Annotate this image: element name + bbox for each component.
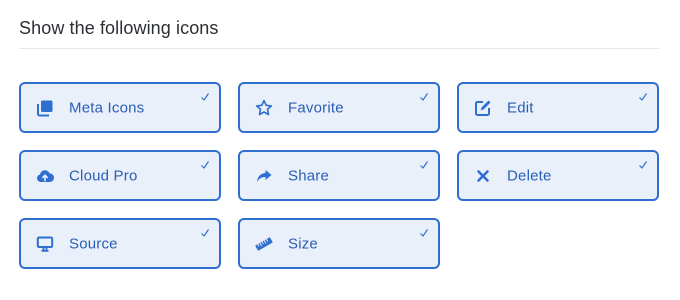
checkmark-icon: [419, 92, 429, 102]
option-edit[interactable]: Edit: [457, 82, 659, 133]
option-cloud-pro[interactable]: Cloud Pro: [19, 150, 221, 201]
option-label: Favorite: [288, 99, 344, 116]
star-icon: [254, 98, 274, 118]
checkmark-icon: [638, 92, 648, 102]
checkmark-icon: [200, 92, 210, 102]
option-label: Cloud Pro: [69, 167, 138, 184]
option-label: Edit: [507, 99, 534, 116]
option-share[interactable]: Share: [238, 150, 440, 201]
icon-options-grid: Meta Icons Favorite Edit Cloud Pro Share…: [19, 82, 659, 269]
option-source[interactable]: Source: [19, 218, 221, 269]
checkmark-icon: [419, 160, 429, 170]
option-meta-icons[interactable]: Meta Icons: [19, 82, 221, 133]
option-size[interactable]: Size: [238, 218, 440, 269]
checkmark-icon: [419, 228, 429, 238]
divider: [19, 48, 659, 49]
stacked-windows-icon: [35, 98, 55, 118]
option-delete[interactable]: Delete: [457, 150, 659, 201]
checkmark-icon: [200, 160, 210, 170]
option-label: Size: [288, 235, 318, 252]
option-label: Meta Icons: [69, 99, 145, 116]
option-label: Share: [288, 167, 330, 184]
ruler-icon: [254, 234, 274, 254]
icon-settings-panel: Show the following icons Meta Icons Favo…: [0, 0, 680, 300]
option-favorite[interactable]: Favorite: [238, 82, 440, 133]
checkmark-icon: [638, 160, 648, 170]
checkmark-icon: [200, 228, 210, 238]
option-label: Delete: [507, 167, 552, 184]
option-label: Source: [69, 235, 118, 252]
cloud-upload-icon: [35, 166, 55, 186]
section-heading: Show the following icons: [19, 18, 219, 38]
edit-icon: [473, 98, 493, 118]
share-icon: [254, 166, 274, 186]
close-icon: [473, 166, 493, 186]
monitor-icon: [35, 234, 55, 254]
